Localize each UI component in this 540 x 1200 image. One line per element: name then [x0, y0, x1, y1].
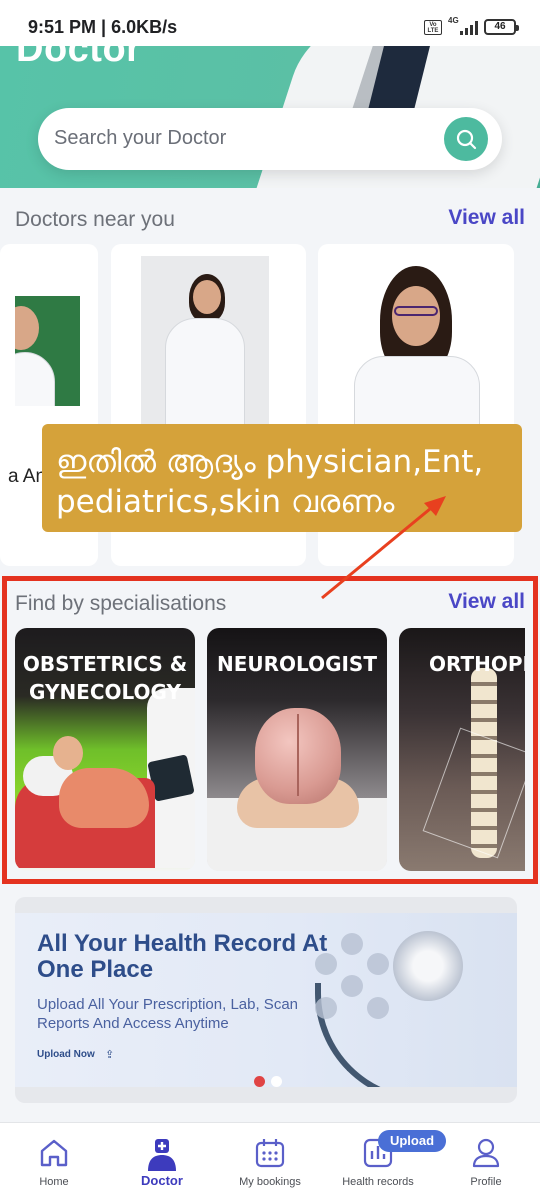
network-type: 4G: [448, 16, 459, 25]
status-time: 9:51 PM | 6.0KB/s: [28, 17, 178, 37]
upload-badge[interactable]: Upload: [378, 1130, 446, 1152]
signal-icon: 4G: [448, 16, 478, 35]
doctor-icon: [148, 1139, 176, 1171]
search-icon: [456, 129, 477, 150]
nav-label: Health records: [342, 1176, 414, 1188]
carousel-dot[interactable]: [254, 1076, 265, 1087]
search-button[interactable]: [444, 117, 488, 161]
status-icons: Vo LTE 4G 46: [424, 16, 519, 35]
doctors-near-you-header: Doctors near you View all: [15, 204, 525, 234]
annotation-note: ഇതിൽ ആദ്യം physician,Ent, pediatrics,ski…: [42, 424, 522, 532]
profile-icon: [472, 1138, 500, 1168]
nav-label: Home: [39, 1176, 69, 1188]
banner-title: All Your Health Record At One Place: [37, 930, 328, 983]
specialisations-header: Find by specialisations View all: [15, 588, 525, 618]
nav-label: Doctor: [141, 1173, 183, 1188]
search-input[interactable]: Search your Doctor: [54, 127, 226, 150]
nav-item-doctor[interactable]: Doctor: [108, 1123, 216, 1200]
calendar-icon: [255, 1139, 285, 1168]
specialisations-view-all-link[interactable]: View all: [448, 590, 525, 614]
doctor-name: a An: [8, 466, 47, 487]
hero-title: Doctor: [16, 46, 142, 70]
bottom-navigation: Home Doctor My bookings Health records P…: [0, 1122, 540, 1200]
home-icon: [40, 1139, 68, 1167]
status-bar: 9:51 PM | 6.0KB/s Vo LTE 4G 46: [0, 0, 540, 46]
specialisations-title: Find by specialisations: [15, 592, 227, 615]
annotation-frame: [2, 576, 538, 884]
doctors-near-you-title: Doctors near you: [15, 208, 175, 231]
nav-item-profile[interactable]: Profile: [432, 1123, 540, 1200]
search-bar[interactable]: Search your Doctor: [38, 108, 502, 170]
nav-label: My bookings: [239, 1176, 301, 1188]
doctor-photo: [15, 296, 80, 406]
carousel-dot[interactable]: [271, 1076, 282, 1087]
nav-label: Profile: [470, 1176, 502, 1188]
doctor-screen: 9:51 PM | 6.0KB/s Vo LTE 4G 46 Doctor Se…: [0, 0, 540, 1200]
stethoscope-image: [315, 983, 475, 1087]
banner-description: Upload All Your Prescription, Lab, Scan …: [37, 996, 298, 1032]
battery-icon: 46: [484, 19, 519, 35]
nav-item-my-bookings[interactable]: My bookings: [216, 1123, 324, 1200]
doctors-view-all-link[interactable]: View all: [448, 206, 525, 230]
upload-now-link[interactable]: Upload Now: [37, 1049, 95, 1060]
carousel-dots: [254, 1076, 282, 1087]
doctor-photo: [332, 260, 502, 424]
doctor-photo: [141, 256, 269, 424]
volte-icon: Vo LTE: [424, 19, 442, 35]
nav-item-home[interactable]: Home: [0, 1123, 108, 1200]
health-record-banner[interactable]: All Your Health Record At One Place Uplo…: [15, 913, 517, 1087]
upload-icon: ⇪: [105, 1049, 115, 1061]
